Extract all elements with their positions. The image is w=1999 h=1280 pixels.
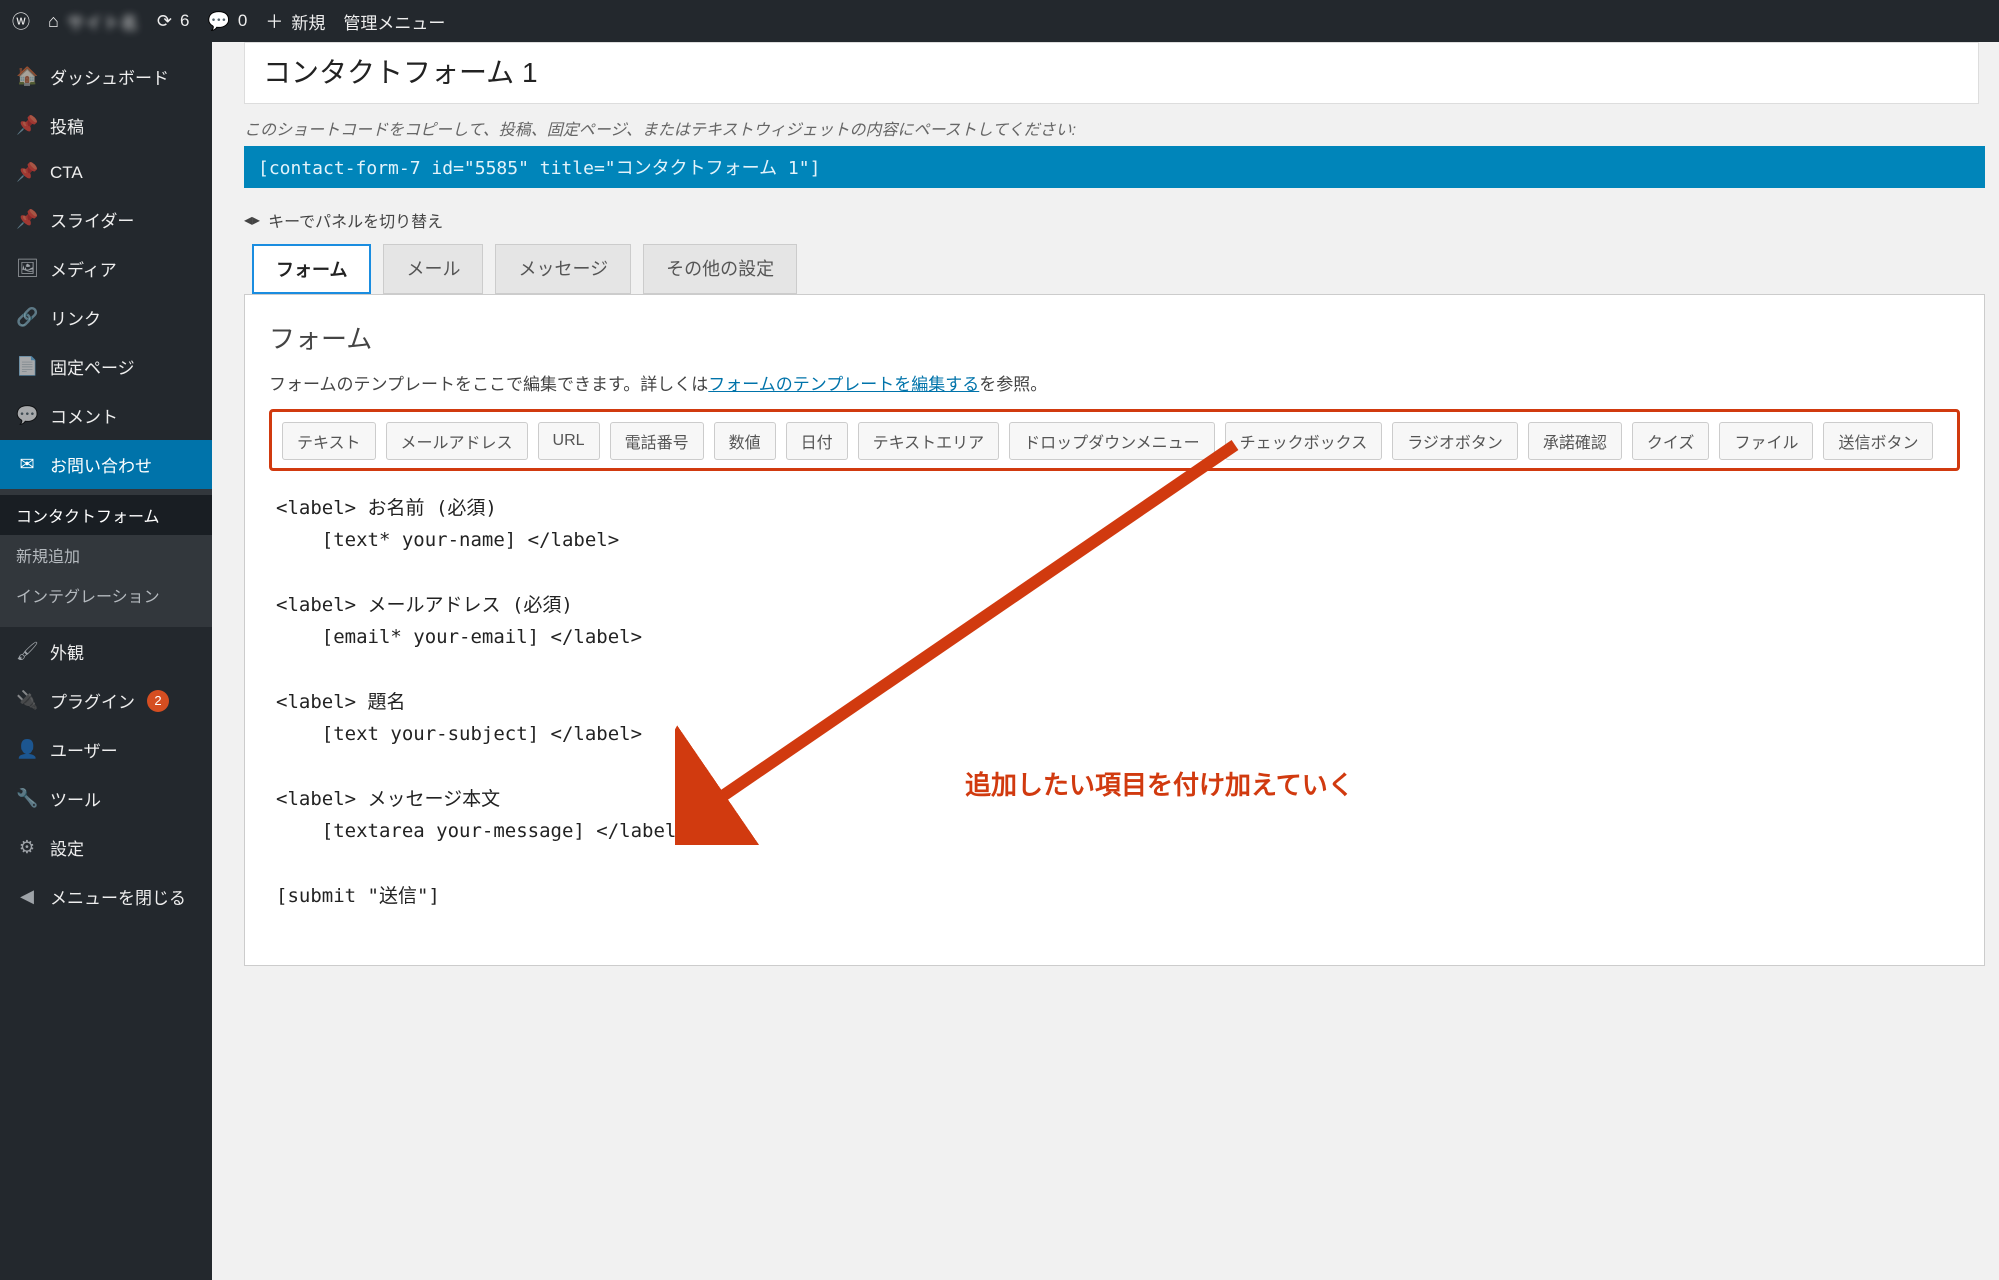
page-icon: 📄: [16, 356, 38, 377]
sidebar-item-posts[interactable]: 📌投稿: [0, 101, 212, 150]
wordpress-icon: ⓦ: [12, 8, 30, 34]
sidebar-item-users[interactable]: 👤ユーザー: [0, 725, 212, 774]
site-home[interactable]: ⌂ サイト名: [48, 9, 139, 34]
panel-description: フォームのテンプレートをここで編集できます。詳しくはフォームのテンプレートを編集…: [269, 370, 1960, 395]
tab-messages[interactable]: メッセージ: [495, 244, 631, 294]
tag-button-0[interactable]: テキスト: [282, 422, 376, 460]
panel-heading: フォーム: [269, 319, 1960, 356]
sidebar-item-pages[interactable]: 📄固定ページ: [0, 342, 212, 391]
shortcode-hint: このショートコードをコピーして、投稿、固定ページ、またはテキストウィジェットの内…: [244, 116, 1979, 140]
template-docs-link[interactable]: フォームのテンプレートを編集する: [708, 375, 979, 394]
tag-button-1[interactable]: メールアドレス: [386, 422, 528, 460]
user-icon: 👤: [16, 739, 38, 760]
tab-additional[interactable]: その他の設定: [643, 244, 797, 294]
pin-icon: 📌: [16, 115, 38, 136]
submenu-contact-forms[interactable]: コンタクトフォーム: [0, 495, 212, 535]
mail-icon: ✉: [16, 454, 38, 475]
tag-button-9[interactable]: ラジオボタン: [1392, 422, 1518, 460]
comment-count: 0: [238, 11, 247, 31]
media-icon: 🖼: [16, 258, 38, 279]
update-count: 6: [180, 11, 189, 31]
comment-icon: 💬: [16, 405, 38, 426]
page-title[interactable]: コンタクトフォーム 1: [263, 51, 1960, 91]
panel-toggle-hint: ◂▸ キーでパネルを切り替え: [244, 208, 1979, 232]
updates[interactable]: ⟳ 6: [157, 11, 190, 32]
sidebar-item-contact[interactable]: ✉お問い合わせ: [0, 440, 212, 489]
sidebar-collapse[interactable]: ◀メニューを閉じる: [0, 872, 212, 921]
link-icon: 🔗: [16, 307, 38, 328]
tag-button-12[interactable]: ファイル: [1719, 422, 1813, 460]
home-icon: ⌂: [48, 11, 59, 32]
annotation-text: 追加したい項目を付け加えていく: [965, 765, 1354, 802]
wp-logo[interactable]: ⓦ: [12, 8, 30, 34]
plugins-update-badge: 2: [147, 690, 169, 712]
main-content: コンタクトフォーム 1 このショートコードをコピーして、投稿、固定ページ、または…: [212, 42, 1999, 1280]
tab-form[interactable]: フォーム: [252, 244, 371, 294]
leftright-arrow-icon: ◂▸: [244, 210, 260, 230]
comment-icon: 💬: [207, 11, 229, 32]
admin-menu-link[interactable]: 管理メニュー: [343, 9, 445, 34]
form-panel: フォーム フォームのテンプレートをここで編集できます。詳しくはフォームのテンプレ…: [244, 294, 1985, 966]
submenu-add-new[interactable]: 新規追加: [0, 535, 212, 575]
refresh-icon: ⟳: [157, 11, 172, 32]
sidebar-item-tools[interactable]: 🔧ツール: [0, 774, 212, 823]
shortcode-field[interactable]: [contact-form-7 id="5585" title="コンタクトフォ…: [244, 146, 1985, 188]
sidebar-item-plugins[interactable]: 🔌プラグイン2: [0, 676, 212, 725]
sidebar-item-slider[interactable]: 📌スライダー: [0, 195, 212, 244]
tab-mail[interactable]: メール: [383, 244, 483, 294]
new-label: 新規: [291, 9, 325, 34]
tab-bar: フォーム メール メッセージ その他の設定: [252, 244, 1983, 294]
submenu-integration[interactable]: インテグレーション: [0, 575, 212, 615]
pin-icon: 📌: [16, 162, 38, 183]
wrench-icon: 🔧: [16, 788, 38, 809]
tag-button-11[interactable]: クイズ: [1632, 422, 1710, 460]
tag-button-10[interactable]: 承諾確認: [1528, 422, 1622, 460]
site-name: サイト名: [67, 9, 139, 34]
sidebar-item-cta[interactable]: 📌CTA: [0, 150, 212, 195]
sliders-icon: ⚙: [16, 837, 38, 858]
sidebar-item-dashboard[interactable]: 🏠ダッシュボード: [0, 52, 212, 101]
tag-button-13[interactable]: 送信ボタン: [1823, 422, 1933, 460]
sidebar-item-appearance[interactable]: 🖌外観: [0, 627, 212, 676]
pin-icon: 📌: [16, 209, 38, 230]
dashboard-icon: 🏠: [16, 66, 38, 87]
brush-icon: 🖌: [16, 641, 38, 662]
form-title-box: コンタクトフォーム 1: [244, 42, 1979, 104]
admin-bar: ⓦ ⌂ サイト名 ⟳ 6 💬 0 ＋ 新規 管理メニュー: [0, 0, 1999, 42]
comments-bubble[interactable]: 💬 0: [207, 11, 247, 32]
sidebar-item-links[interactable]: 🔗リンク: [0, 293, 212, 342]
contact-submenu: コンタクトフォーム 新規追加 インテグレーション: [0, 489, 212, 627]
plus-icon: ＋: [265, 8, 283, 34]
plug-icon: 🔌: [16, 690, 38, 711]
sidebar-item-media[interactable]: 🖼メディア: [0, 244, 212, 293]
admin-sidebar: 🏠ダッシュボード 📌投稿 📌CTA 📌スライダー 🖼メディア 🔗リンク 📄固定ペ…: [0, 42, 212, 1280]
collapse-icon: ◀: [16, 886, 38, 907]
new-content[interactable]: ＋ 新規: [265, 8, 325, 34]
sidebar-item-settings[interactable]: ⚙設定: [0, 823, 212, 872]
tag-button-2[interactable]: URL: [538, 422, 600, 460]
sidebar-item-comments[interactable]: 💬コメント: [0, 391, 212, 440]
